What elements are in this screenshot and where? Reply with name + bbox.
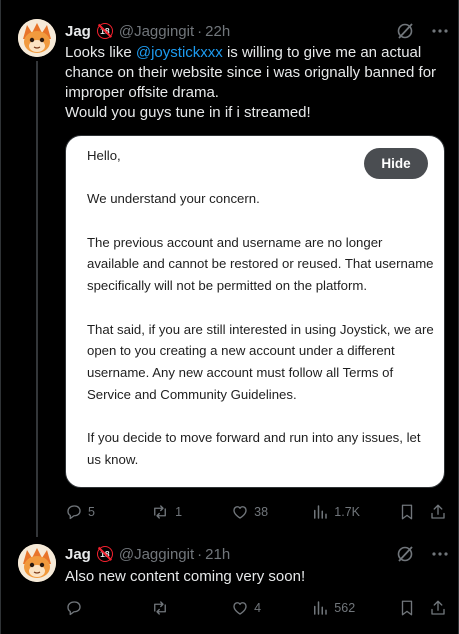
user-handle[interactable]: @Jaggingit (119, 23, 194, 40)
like-count: 38 (254, 505, 269, 519)
share-icon (431, 600, 445, 615)
views-icon (314, 601, 328, 615)
grok-icon[interactable] (396, 545, 414, 563)
badge-text: 18 (100, 26, 110, 36)
tweet-2[interactable]: Jag 18 @Jaggingit · 21h Also new content… (1, 536, 459, 634)
bookmark-icon (402, 504, 413, 520)
adult-18-badge-icon: 18 (96, 546, 113, 562)
badge-text: 18 (100, 549, 110, 559)
more-icon[interactable] (432, 552, 448, 556)
display-name[interactable]: Jag (65, 23, 91, 40)
repost-button[interactable] (150, 599, 231, 617)
letter-line: The previous account and username are no… (87, 234, 434, 294)
bookmark-button[interactable] (398, 599, 429, 617)
action-bar: 4 562 (65, 597, 447, 619)
repost-count: 1 (175, 505, 183, 519)
letter-line: That said, if you are still interested i… (87, 321, 434, 402)
letter-line: We understand your concern. (87, 191, 260, 207)
reply-count: 5 (88, 505, 95, 519)
display-name[interactable]: Jag (65, 546, 91, 563)
hide-button[interactable]: Hide (364, 148, 428, 179)
letter-line (87, 210, 434, 232)
share-button[interactable] (429, 503, 447, 521)
letter-line (87, 405, 434, 427)
repost-icon (154, 601, 166, 615)
reply-icon (67, 505, 81, 520)
share-icon (431, 504, 445, 519)
timeline: Jag 18 @Jaggingit · 22h Looks like @joys… (0, 0, 459, 634)
reply-button[interactable] (65, 599, 150, 617)
views-button[interactable]: 562 (311, 599, 398, 617)
avatar-cartoon-icon (18, 544, 56, 582)
mention-link[interactable]: @joystickxxx (136, 44, 223, 61)
timestamp[interactable]: 22h (205, 23, 230, 40)
more-icon[interactable] (432, 29, 448, 33)
adult-18-badge-icon: 18 (96, 23, 113, 39)
separator-dot: · (197, 22, 203, 40)
timestamp[interactable]: 21h (205, 546, 230, 563)
views-count: 1.7K (334, 505, 361, 519)
avatar[interactable] (18, 19, 56, 57)
like-count: 4 (254, 601, 262, 615)
reply-icon (67, 601, 81, 616)
like-button[interactable]: 38 (231, 503, 311, 521)
letter-text: Hello, We understand your concern. The p… (87, 145, 434, 470)
header-actions (396, 545, 448, 563)
views-button[interactable]: 1.7K (311, 503, 398, 521)
tweet-text-line: Would you guys tune in if i streamed! (65, 104, 311, 121)
tweet-text-part: Looks like (65, 44, 136, 61)
thread-connector (36, 61, 38, 537)
grok-icon[interactable] (396, 22, 414, 40)
tweet-header: Jag 18 @Jaggingit · 22h (65, 21, 448, 41)
tweet-image[interactable]: Hello, We understand your concern. The p… (65, 135, 445, 488)
tweet-text: Also new content coming very soon! (65, 568, 306, 585)
letter-line: If you decide to move forward and run in… (87, 430, 421, 467)
repost-button[interactable]: 1 (150, 503, 231, 521)
bookmark-button[interactable] (398, 503, 429, 521)
reply-button[interactable]: 5 (65, 503, 150, 521)
tweet-1[interactable]: Jag 18 @Jaggingit · 22h Looks like @joys… (1, 0, 459, 537)
like-icon (233, 602, 247, 615)
action-bar: 5 1 38 1.7K (65, 501, 447, 523)
avatar-cartoon-icon (18, 19, 56, 57)
like-button[interactable]: 4 (231, 599, 311, 617)
letter-line (87, 297, 434, 319)
user-handle[interactable]: @Jaggingit (119, 546, 194, 563)
tweet-header: Jag 18 @Jaggingit · 21h (65, 544, 448, 564)
share-button[interactable] (429, 599, 447, 617)
bookmark-icon (402, 600, 413, 616)
avatar[interactable] (18, 544, 56, 582)
separator-dot: · (197, 545, 203, 563)
views-count: 562 (334, 601, 356, 615)
tweet-text: Looks like @joystickxxx is willing to gi… (65, 43, 448, 123)
header-actions (396, 22, 448, 40)
views-icon (314, 505, 328, 519)
like-icon (233, 506, 247, 519)
repost-icon (154, 505, 166, 519)
